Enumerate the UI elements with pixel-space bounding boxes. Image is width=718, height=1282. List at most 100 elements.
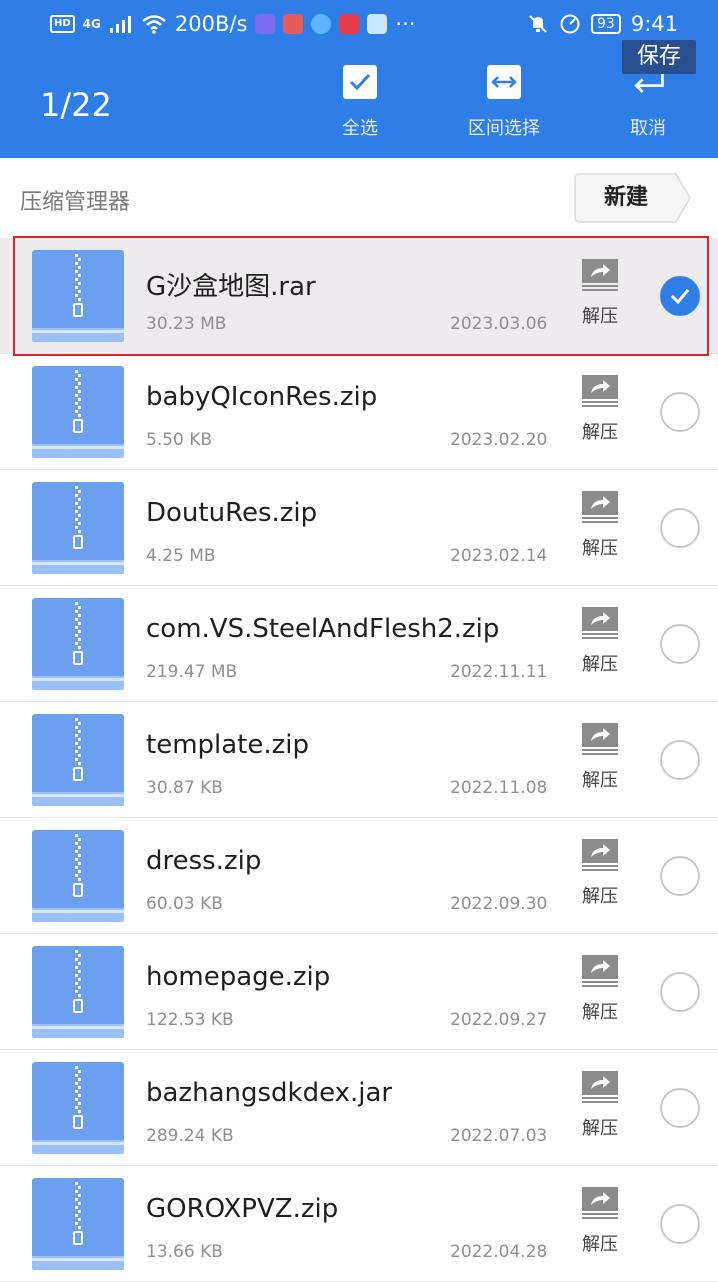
extract-label: 解压 — [582, 538, 618, 559]
extract-icon — [582, 607, 618, 639]
file-size: 30.23 MB — [146, 314, 227, 334]
file-date: 2023.03.06 — [450, 314, 548, 334]
extract-label: 解压 — [582, 306, 618, 327]
new-button-label: 新建 — [603, 185, 648, 210]
zip-file-icon — [32, 830, 124, 922]
extract-button[interactable]: 解压 — [578, 258, 622, 328]
checkmark-icon — [670, 289, 690, 305]
extract-icon — [582, 375, 618, 407]
file-size: 4.25 MB — [146, 546, 216, 566]
extract-label: 解压 — [582, 1234, 618, 1255]
select-radio[interactable] — [660, 1088, 700, 1128]
zip-file-icon — [32, 714, 124, 806]
file-row-8[interactable]: bazhangsdkdex.jar 289.24 KB 2022.07.03 解… — [0, 1050, 718, 1166]
file-name: homepage.zip — [146, 962, 331, 992]
extract-icon — [582, 491, 618, 523]
extract-button[interactable]: 解压 — [578, 490, 622, 560]
mute-icon — [529, 15, 547, 33]
extract-icon — [582, 1187, 618, 1219]
file-size: 60.03 KB — [146, 894, 223, 914]
file-size: 289.24 KB — [146, 1126, 234, 1146]
file-row-9[interactable]: GOROXPVZ.zip 13.66 KB 2022.04.28 解压 — [0, 1166, 718, 1282]
extract-button[interactable]: 解压 — [578, 606, 622, 676]
extract-label: 解压 — [582, 1118, 618, 1139]
file-row-6[interactable]: dress.zip 60.03 KB 2022.09.30 解压 — [0, 818, 718, 934]
range-icon — [486, 64, 522, 100]
file-row-2[interactable]: babyQIconRes.zip 5.50 KB 2023.02.20 解压 — [0, 354, 718, 470]
select-radio[interactable] — [660, 972, 700, 1012]
file-list: G沙盒地图.rar 30.23 MB 2023.03.06 解压 babyQIc… — [0, 238, 718, 1282]
file-row-3[interactable]: DoutuRes.zip 4.25 MB 2023.02.14 解压 — [0, 470, 718, 586]
select-radio-checked[interactable] — [660, 276, 700, 316]
file-date: 2023.02.14 — [450, 546, 548, 566]
extract-label: 解压 — [582, 654, 618, 675]
cancel-label: 取消 — [630, 118, 666, 139]
select-radio[interactable] — [660, 624, 700, 664]
extract-button[interactable]: 解压 — [578, 722, 622, 792]
extract-button[interactable]: 解压 — [578, 838, 622, 908]
top-app-bar: HD 4G 200B/s ··· 93 9:41 1/22 全选 区间选择 取消… — [0, 0, 718, 158]
file-row-1[interactable]: G沙盒地图.rar 30.23 MB 2023.03.06 解压 — [0, 238, 718, 354]
file-name: bazhangsdkdex.jar — [146, 1078, 393, 1108]
new-button[interactable]: 新建 — [574, 173, 692, 223]
game-app-icon — [367, 14, 388, 34]
extract-label: 解压 — [582, 1002, 618, 1023]
select-radio[interactable] — [660, 1204, 700, 1244]
zip-file-icon — [32, 598, 124, 690]
file-date: 2022.04.28 — [450, 1242, 548, 1262]
network-speed: 200B/s — [174, 12, 248, 36]
extract-icon — [582, 259, 618, 291]
grid-app-icon — [283, 14, 304, 34]
status-bar: HD 4G 200B/s ··· 93 9:41 — [0, 0, 718, 50]
extract-icon — [582, 1071, 618, 1103]
file-name: template.zip — [146, 730, 310, 760]
more-notifications-icon: ··· — [395, 12, 416, 36]
signal-icon — [109, 16, 131, 33]
file-name: G沙盒地图.rar — [146, 272, 316, 302]
select-all-label: 全选 — [342, 118, 378, 139]
select-radio[interactable] — [660, 392, 700, 432]
network-type: 4G — [82, 17, 101, 31]
extract-button[interactable]: 解压 — [578, 374, 622, 444]
zip-file-icon — [32, 250, 124, 342]
range-select-label: 区间选择 — [468, 118, 540, 139]
file-date: 2022.09.27 — [450, 1010, 548, 1030]
file-name: com.VS.SteelAndFlesh2.zip — [146, 614, 500, 644]
file-date: 2023.02.20 — [450, 430, 548, 450]
file-row-7[interactable]: homepage.zip 122.53 KB 2022.09.27 解压 — [0, 934, 718, 1050]
file-date: 2022.07.03 — [450, 1126, 548, 1146]
zip-file-icon — [32, 1178, 124, 1270]
battery-level: 93 — [591, 14, 621, 34]
extract-label: 解压 — [582, 886, 618, 907]
zip-file-icon — [32, 482, 124, 574]
selection-counter: 1/22 — [40, 86, 112, 124]
file-row-5[interactable]: template.zip 30.87 KB 2022.11.08 解压 — [0, 702, 718, 818]
file-name: babyQIconRes.zip — [146, 382, 378, 412]
file-date: 2022.11.08 — [450, 778, 548, 798]
zip-file-icon — [32, 366, 124, 458]
current-folder-label: 压缩管理器 — [20, 190, 131, 215]
clock: 9:41 — [630, 12, 678, 36]
file-size: 5.50 KB — [146, 430, 213, 450]
select-radio[interactable] — [660, 740, 700, 780]
extract-button[interactable]: 解压 — [578, 954, 622, 1024]
zip-file-icon — [32, 946, 124, 1038]
cloud-app-icon — [311, 14, 332, 34]
extract-button[interactable]: 解压 — [578, 1186, 622, 1256]
range-select-button[interactable]: 区间选择 — [449, 64, 559, 140]
file-date: 2022.09.30 — [450, 894, 548, 914]
extract-button[interactable]: 解压 — [578, 1070, 622, 1140]
wifi-icon — [142, 15, 166, 34]
select-radio[interactable] — [660, 856, 700, 896]
select-radio[interactable] — [660, 508, 700, 548]
file-row-4[interactable]: com.VS.SteelAndFlesh2.zip 219.47 MB 2022… — [0, 586, 718, 702]
file-name: dress.zip — [146, 846, 262, 876]
book-app-icon — [339, 14, 360, 34]
file-size: 122.53 KB — [146, 1010, 234, 1030]
save-tooltip: 保存 — [622, 40, 696, 74]
cancel-button[interactable]: 取消 — [593, 64, 703, 140]
file-size: 30.87 KB — [146, 778, 223, 798]
extract-icon — [582, 839, 618, 871]
select-all-button[interactable]: 全选 — [305, 64, 415, 140]
extract-label: 解压 — [582, 422, 618, 443]
